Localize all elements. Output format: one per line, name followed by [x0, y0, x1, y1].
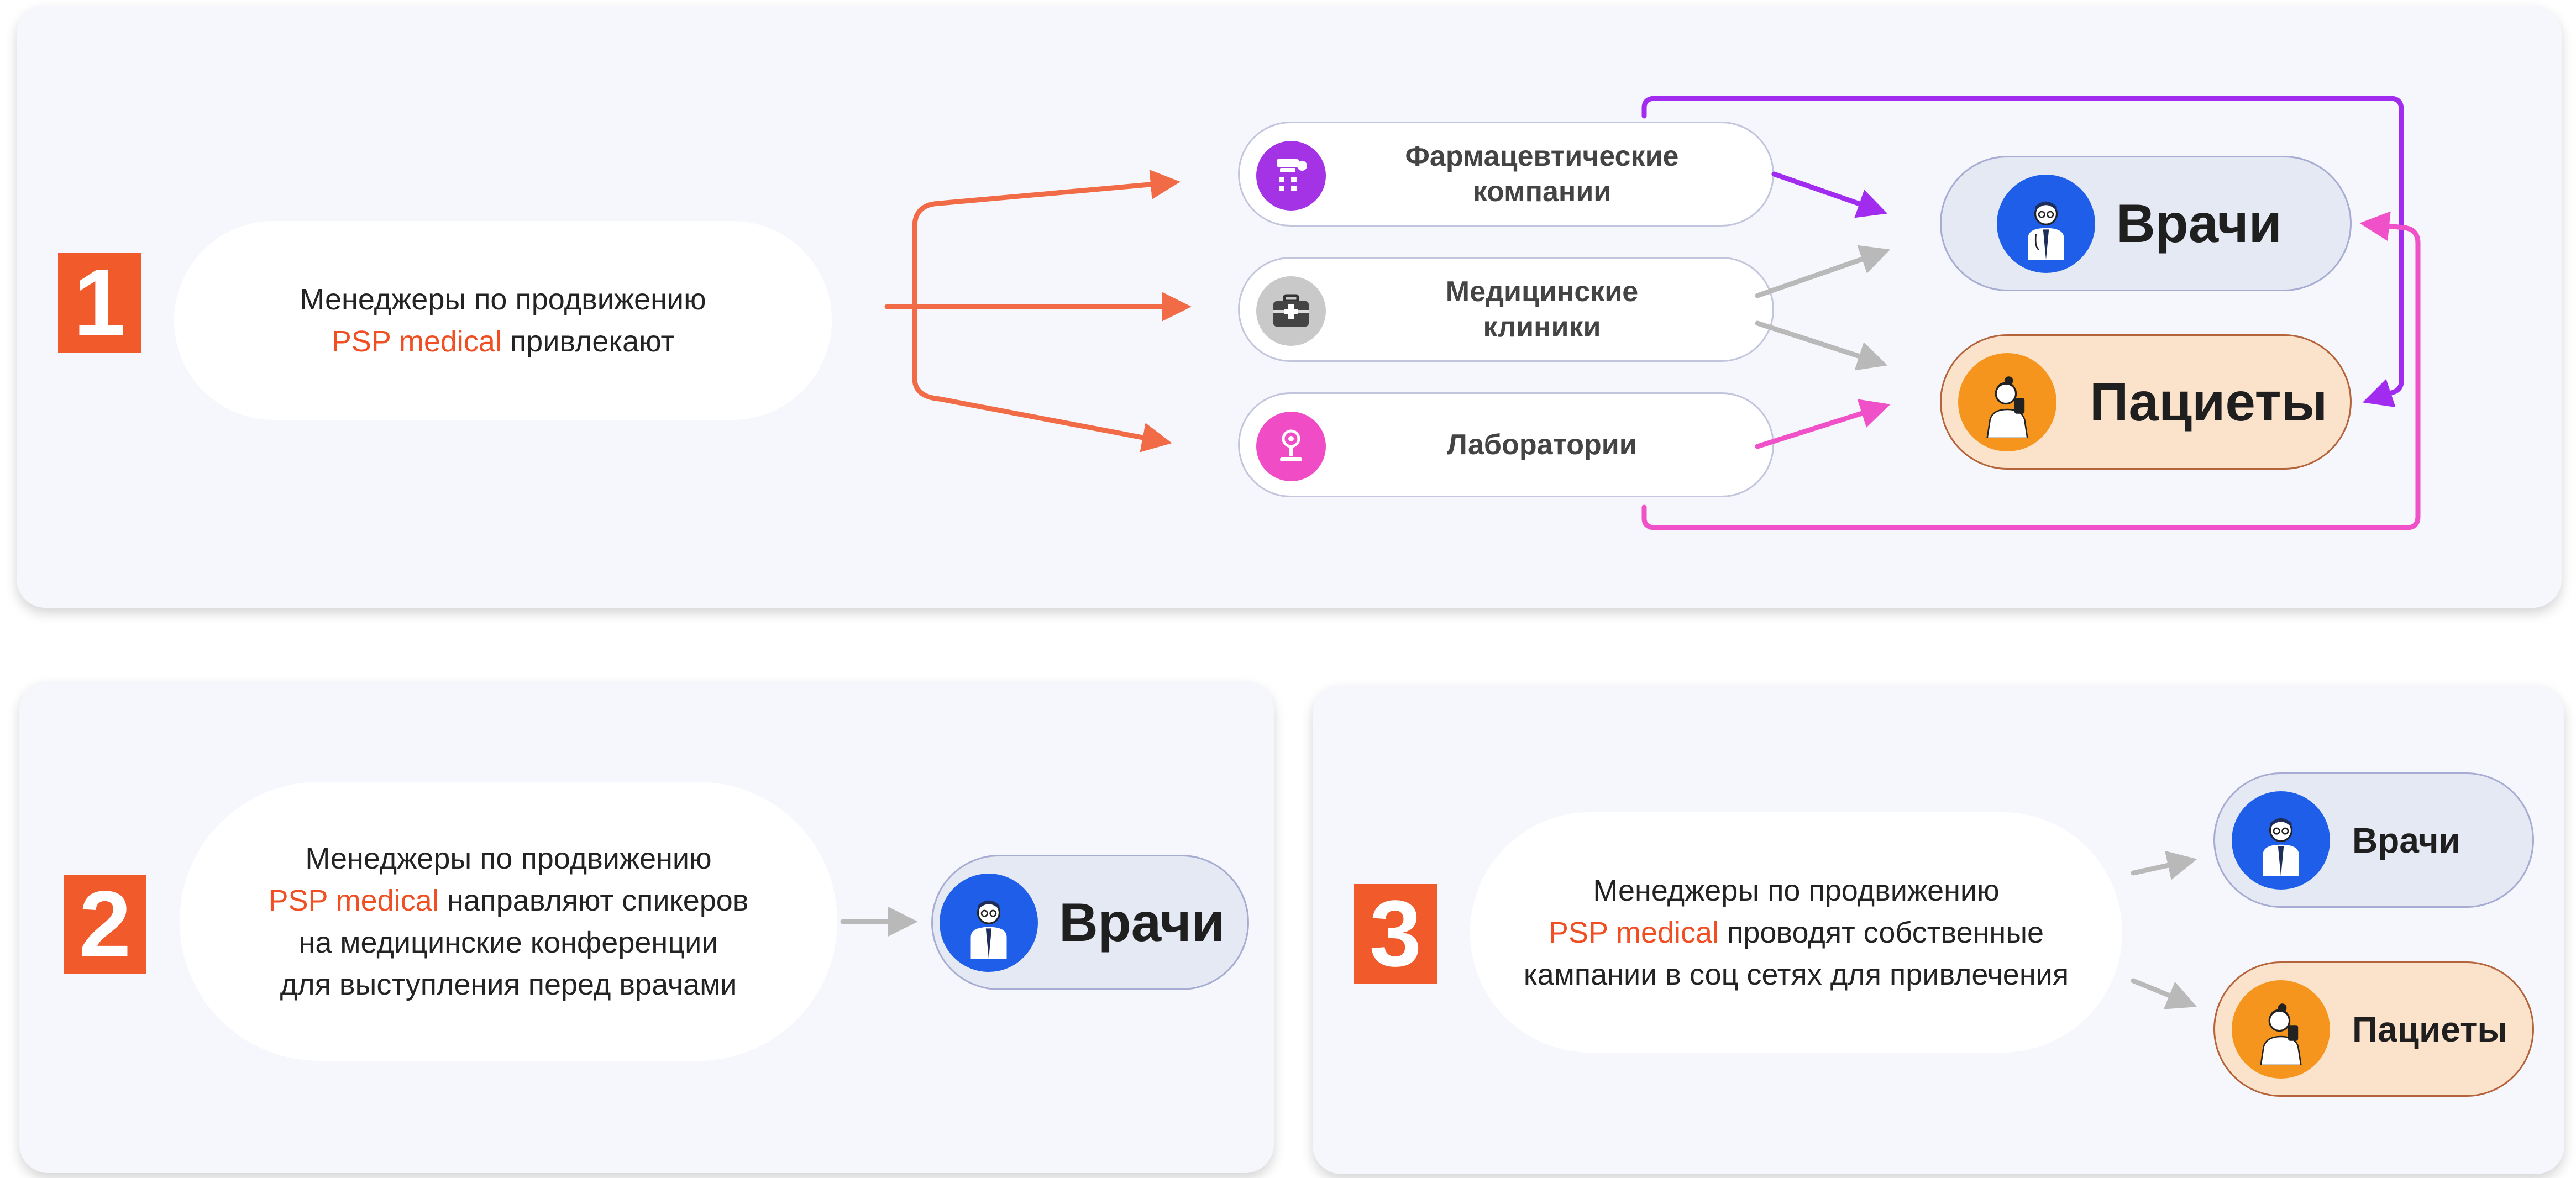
connector-arrows: [840, 96, 2421, 1009]
pink-arrows: [1641, 211, 2421, 530]
purple-arrows: [1641, 96, 2404, 407]
orange-arrows: [884, 169, 1192, 453]
gray-arrows-section3: [2131, 850, 2197, 1009]
gray-arrows-section1: [1755, 245, 1891, 371]
